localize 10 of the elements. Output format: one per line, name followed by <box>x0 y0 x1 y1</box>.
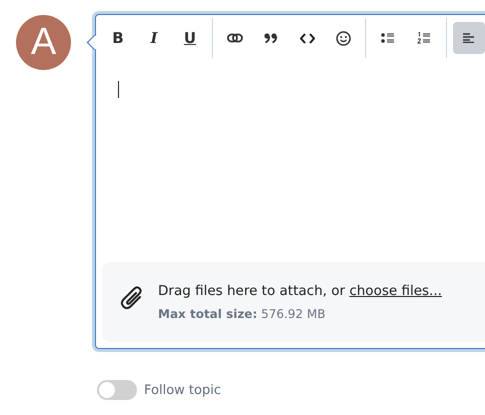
underline-button[interactable]: U <box>174 22 206 54</box>
file-dropzone[interactable]: Drag files here to attach, or choose files... Max total size: 576.92 MB <box>102 262 485 342</box>
max-size-value: 576.92 MB <box>261 307 326 321</box>
bold-button[interactable]: B <box>102 22 134 54</box>
dropzone-text: Drag files here to attach, or choose files... <box>158 283 442 299</box>
avatar: A <box>16 15 71 70</box>
italic-button[interactable]: I <box>138 22 170 54</box>
follow-topic-label: Follow topic <box>144 382 221 398</box>
choose-files-link[interactable]: choose files... <box>349 283 442 299</box>
max-size-label: Max total size: <box>158 307 258 321</box>
